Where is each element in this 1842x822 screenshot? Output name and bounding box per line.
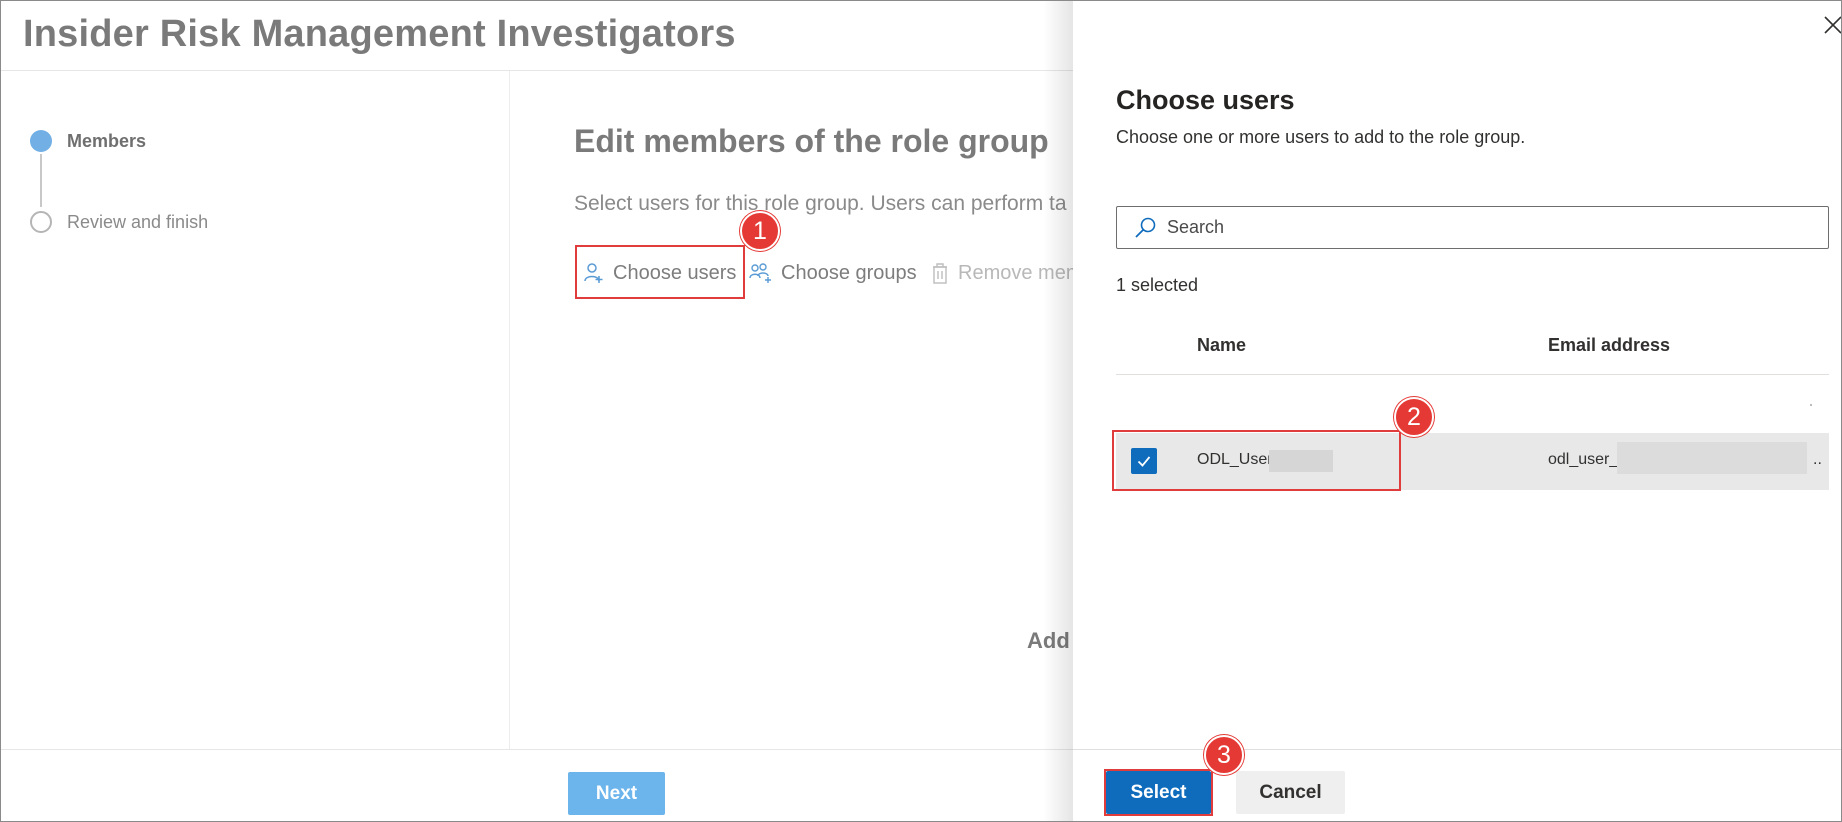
panel-footer-divider — [1073, 749, 1841, 750]
redacted-email-suffix — [1617, 442, 1807, 474]
choose-users-panel: Choose users Choose one or more users to… — [1073, 1, 1841, 821]
cancel-button[interactable]: Cancel — [1236, 771, 1345, 814]
step-review-indicator — [30, 211, 52, 233]
callout-badge-3: 3 — [1204, 735, 1244, 775]
section-heading: Edit members of the role group — [574, 123, 1049, 159]
step-review-label[interactable]: Review and finish — [67, 212, 208, 233]
highlight-select-button — [1104, 769, 1213, 816]
search-box[interactable] — [1116, 206, 1829, 249]
section-description: Select users for this role group. Users … — [574, 192, 1067, 215]
table-header-divider — [1116, 374, 1829, 375]
next-button[interactable]: Next — [568, 772, 665, 815]
app-window: Insider Risk Management Investigators Me… — [0, 0, 1842, 822]
choose-groups-label: Choose groups — [781, 261, 917, 284]
step-connector — [40, 154, 42, 207]
step-members-indicator — [30, 130, 52, 152]
column-header-email[interactable]: Email address — [1548, 335, 1670, 356]
search-input[interactable] — [1167, 217, 1767, 238]
trash-icon — [933, 263, 947, 284]
panel-shadow — [1043, 1, 1073, 821]
step-members-label[interactable]: Members — [67, 131, 146, 152]
choose-groups-command[interactable]: Choose groups — [749, 259, 917, 287]
page-title: Insider Risk Management Investigators — [23, 13, 736, 55]
selected-count: 1 selected — [1116, 275, 1199, 295]
panel-title: Choose users — [1116, 85, 1295, 115]
close-icon[interactable] — [1821, 13, 1841, 35]
highlight-user-row — [1112, 430, 1401, 491]
panel-subtitle: Choose one or more users to add to the r… — [1116, 127, 1526, 147]
user-email: odl_user_ — [1548, 451, 1619, 468]
add-group-icon — [749, 263, 771, 283]
search-icon — [1135, 217, 1156, 238]
highlight-choose-users — [575, 245, 745, 299]
column-header-name[interactable]: Name — [1197, 335, 1246, 356]
scroll-indicator — [1810, 404, 1812, 406]
callout-badge-1: 1 — [740, 211, 780, 251]
steps-divider — [509, 71, 510, 749]
email-ellipsis: .. — [1813, 451, 1822, 468]
callout-badge-2: 2 — [1394, 397, 1434, 437]
